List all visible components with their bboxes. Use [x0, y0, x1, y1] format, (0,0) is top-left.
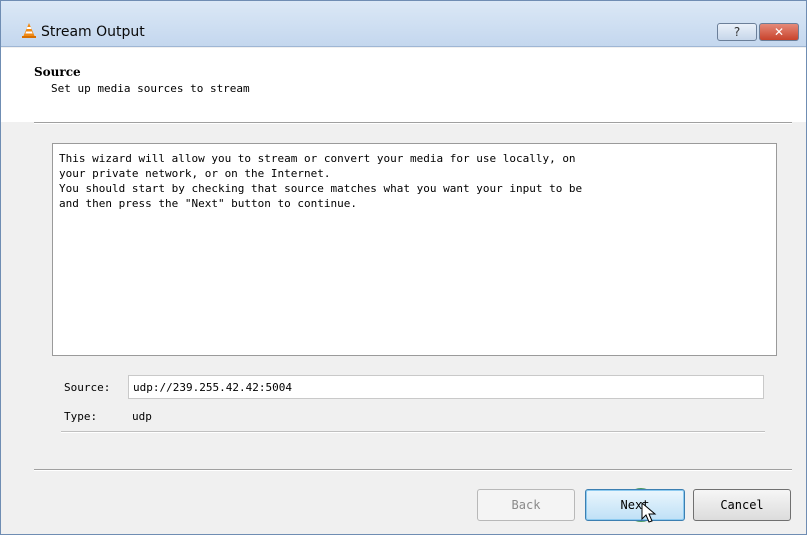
- mouse-pointer-icon: [641, 502, 657, 523]
- header-divider: [34, 122, 792, 124]
- source-divider: [61, 431, 765, 433]
- back-button[interactable]: Back: [477, 489, 575, 521]
- window-title: Stream Output: [41, 24, 145, 40]
- wizard-header: Source Set up media sources to stream: [1, 48, 806, 122]
- footer-divider: [34, 469, 792, 471]
- vlc-cone-icon: [22, 23, 36, 38]
- source-label: Source:: [64, 381, 111, 394]
- title-bar[interactable]: Stream Output ? ✕: [1, 1, 806, 47]
- page-subtitle: Set up media sources to stream: [51, 82, 250, 95]
- close-button[interactable]: ✕: [759, 23, 799, 41]
- wizard-description: This wizard will allow you to stream or …: [52, 143, 777, 356]
- stream-output-dialog: Stream Output ? ✕ Source Set up media so…: [0, 0, 807, 535]
- help-button[interactable]: ?: [717, 23, 757, 41]
- page-title: Source: [34, 65, 81, 79]
- next-button[interactable]: Next: [585, 489, 685, 521]
- cancel-button[interactable]: Cancel: [693, 489, 791, 521]
- type-label: Type:: [64, 410, 98, 423]
- source-field[interactable]: udp://239.255.42.42:5004: [128, 375, 764, 399]
- type-value: udp: [132, 410, 152, 423]
